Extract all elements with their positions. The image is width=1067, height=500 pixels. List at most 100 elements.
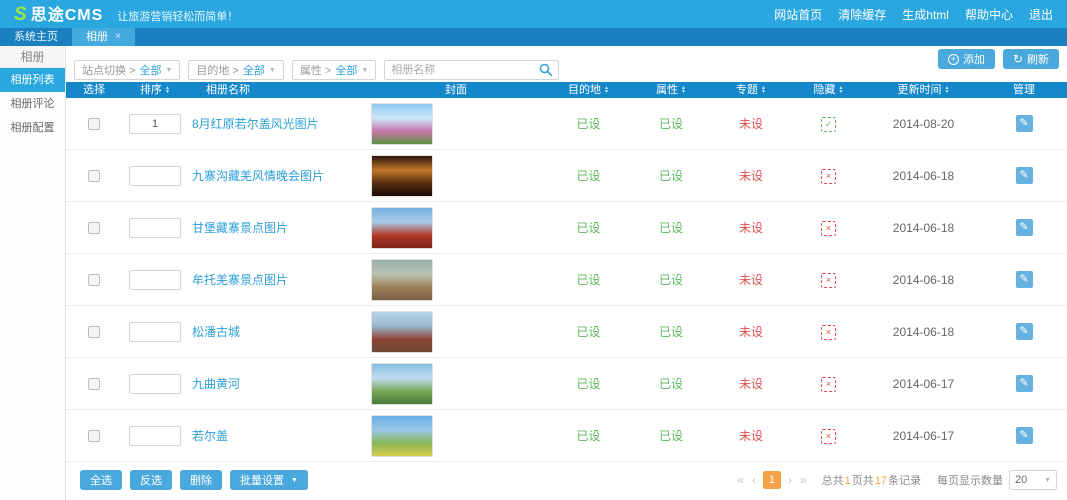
invert-select-button[interactable]: 反选 — [130, 470, 172, 490]
sidebar-item-album-config[interactable]: 相册配置 — [0, 116, 65, 140]
column-header[interactable]: 属性▲▼ — [631, 82, 711, 98]
attribute-status: 已设 — [659, 169, 683, 183]
tab-album[interactable]: 相册 × — [72, 28, 135, 46]
search-icon[interactable] — [539, 63, 553, 77]
hidden-x-icon[interactable]: × — [821, 169, 836, 184]
sort-order-input[interactable] — [129, 322, 181, 342]
hidden-x-icon[interactable]: × — [821, 377, 836, 392]
destination-status: 已设 — [576, 169, 600, 183]
hidden-x-icon[interactable]: × — [821, 429, 836, 444]
next-page-button[interactable]: › — [787, 473, 793, 487]
sidebar-item-album-list[interactable]: 相册列表 — [0, 68, 65, 92]
batch-settings-button[interactable]: 批量设置 ▼ — [230, 470, 308, 490]
destination-filter-dropdown[interactable]: 目的地 > 全部 ▼ — [188, 60, 283, 80]
row-checkbox[interactable] — [88, 170, 100, 182]
topic-status: 未设 — [739, 169, 763, 183]
album-name-link[interactable]: 牟托羌寨景点图片 — [192, 273, 288, 287]
sidebar-item-album-comments[interactable]: 相册评论 — [0, 92, 65, 116]
logo-tagline: 让旅游营销轻松而简单！ — [117, 8, 238, 24]
album-cover-image[interactable] — [371, 155, 433, 197]
attribute-status: 已设 — [659, 325, 683, 339]
row-checkbox[interactable] — [88, 430, 100, 442]
updated-date: 2014-06-18 — [893, 325, 954, 339]
album-name-link[interactable]: 九寨沟藏羌风情晚会图片 — [192, 169, 324, 183]
search-input[interactable] — [385, 64, 539, 76]
refresh-button[interactable]: ↻ 刷新 — [1003, 49, 1059, 69]
topic-status: 未设 — [739, 117, 763, 131]
album-name-link[interactable]: 甘堡藏寨景点图片 — [192, 221, 288, 235]
plus-icon: + — [948, 54, 959, 65]
row-checkbox[interactable] — [88, 274, 100, 286]
album-name-link[interactable]: 若尔盖 — [192, 429, 228, 443]
edit-icon[interactable]: ✎ — [1016, 427, 1033, 444]
sort-order-input[interactable] — [129, 218, 181, 238]
album-name-link[interactable]: 松潘古城 — [192, 325, 240, 339]
row-checkbox[interactable] — [88, 378, 100, 390]
topbar-link-site-home[interactable]: 网站首页 — [774, 6, 822, 23]
column-header[interactable]: 隐藏▲▼ — [791, 82, 866, 98]
updated-date: 2014-06-17 — [893, 429, 954, 443]
album-cover-image[interactable] — [371, 363, 433, 405]
prev-page-button[interactable]: ‹ — [751, 473, 757, 487]
album-cover-image[interactable] — [371, 259, 433, 301]
last-page-button[interactable]: » — [799, 473, 808, 487]
album-cover-image[interactable] — [371, 311, 433, 353]
album-cover-image[interactable] — [371, 103, 433, 145]
first-page-button[interactable]: « — [736, 473, 745, 487]
attribute-filter-value: 全部 — [335, 62, 357, 78]
column-header: 封面 — [366, 82, 546, 98]
album-table: 选择排序▲▼相册名称封面目的地▲▼属性▲▼专题▲▼隐藏▲▼更新时间▲▼管理 8月… — [66, 82, 1067, 466]
add-button[interactable]: + 添加 — [938, 49, 995, 69]
edit-icon[interactable]: ✎ — [1016, 219, 1033, 236]
sort-order-input[interactable] — [129, 270, 181, 290]
column-header[interactable]: 更新时间▲▼ — [866, 82, 981, 98]
refresh-button-label: 刷新 — [1027, 51, 1049, 67]
updated-date: 2014-08-20 — [893, 117, 954, 131]
page-size-select[interactable]: 20 ▼ — [1009, 470, 1057, 490]
site-filter-dropdown[interactable]: 站点切换 > 全部 ▼ — [74, 60, 180, 80]
tab-close-icon[interactable]: × — [115, 32, 121, 42]
row-checkbox[interactable] — [88, 118, 100, 130]
row-checkbox[interactable] — [88, 326, 100, 338]
sort-arrows-icon: ▲▼ — [945, 86, 950, 94]
edit-icon[interactable]: ✎ — [1016, 115, 1033, 132]
delete-button[interactable]: 删除 — [180, 470, 222, 490]
row-checkbox[interactable] — [88, 222, 100, 234]
attribute-status: 已设 — [659, 117, 683, 131]
hidden-x-icon[interactable]: × — [821, 221, 836, 236]
hidden-x-icon[interactable]: × — [821, 273, 836, 288]
logo-text: 思途CMS — [31, 1, 104, 25]
sort-order-input[interactable] — [129, 426, 181, 446]
album-cover-image[interactable] — [371, 415, 433, 457]
hidden-x-icon[interactable]: × — [821, 325, 836, 340]
tab-bar: 系统主页 相册 × — [0, 28, 1067, 46]
topbar-link-clear-cache[interactable]: 清除缓存 — [838, 6, 886, 23]
visible-check-icon[interactable]: ✓ — [821, 117, 836, 132]
edit-icon[interactable]: ✎ — [1016, 167, 1033, 184]
album-name-link[interactable]: 8月红原若尔盖风光图片 — [192, 117, 319, 131]
page-size-label: 每页显示数量 — [937, 472, 1003, 488]
column-header[interactable]: 专题▲▼ — [711, 82, 791, 98]
select-all-button[interactable]: 全选 — [80, 470, 122, 490]
album-search-box — [384, 60, 559, 80]
topbar-link-help-center[interactable]: 帮助中心 — [965, 6, 1013, 23]
topbar-link-logout[interactable]: 退出 — [1029, 6, 1053, 23]
edit-icon[interactable]: ✎ — [1016, 375, 1033, 392]
table-row: 8月红原若尔盖风光图片 已设 已设 未设 ✓ 2014-08-20 ✎ — [66, 98, 1067, 150]
chevron-down-icon: ▼ — [269, 67, 276, 74]
album-name-link[interactable]: 九曲黄河 — [192, 377, 240, 391]
column-header[interactable]: 排序▲▼ — [122, 82, 188, 98]
album-cover-image[interactable] — [371, 207, 433, 249]
sort-order-input[interactable] — [129, 374, 181, 394]
sort-order-input[interactable] — [129, 114, 181, 134]
current-page-button[interactable]: 1 — [763, 471, 781, 489]
topic-status: 未设 — [739, 273, 763, 287]
tab-system-home[interactable]: 系统主页 — [0, 28, 72, 46]
edit-icon[interactable]: ✎ — [1016, 323, 1033, 340]
topbar-link-generate-html[interactable]: 生成html — [902, 6, 949, 23]
attribute-filter-dropdown[interactable]: 属性 > 全部 ▼ — [292, 60, 376, 80]
topbar-nav: 网站首页清除缓存生成html 帮助中心退出 — [774, 6, 1053, 23]
column-header[interactable]: 目的地▲▼ — [546, 82, 631, 98]
sort-order-input[interactable] — [129, 166, 181, 186]
edit-icon[interactable]: ✎ — [1016, 271, 1033, 288]
